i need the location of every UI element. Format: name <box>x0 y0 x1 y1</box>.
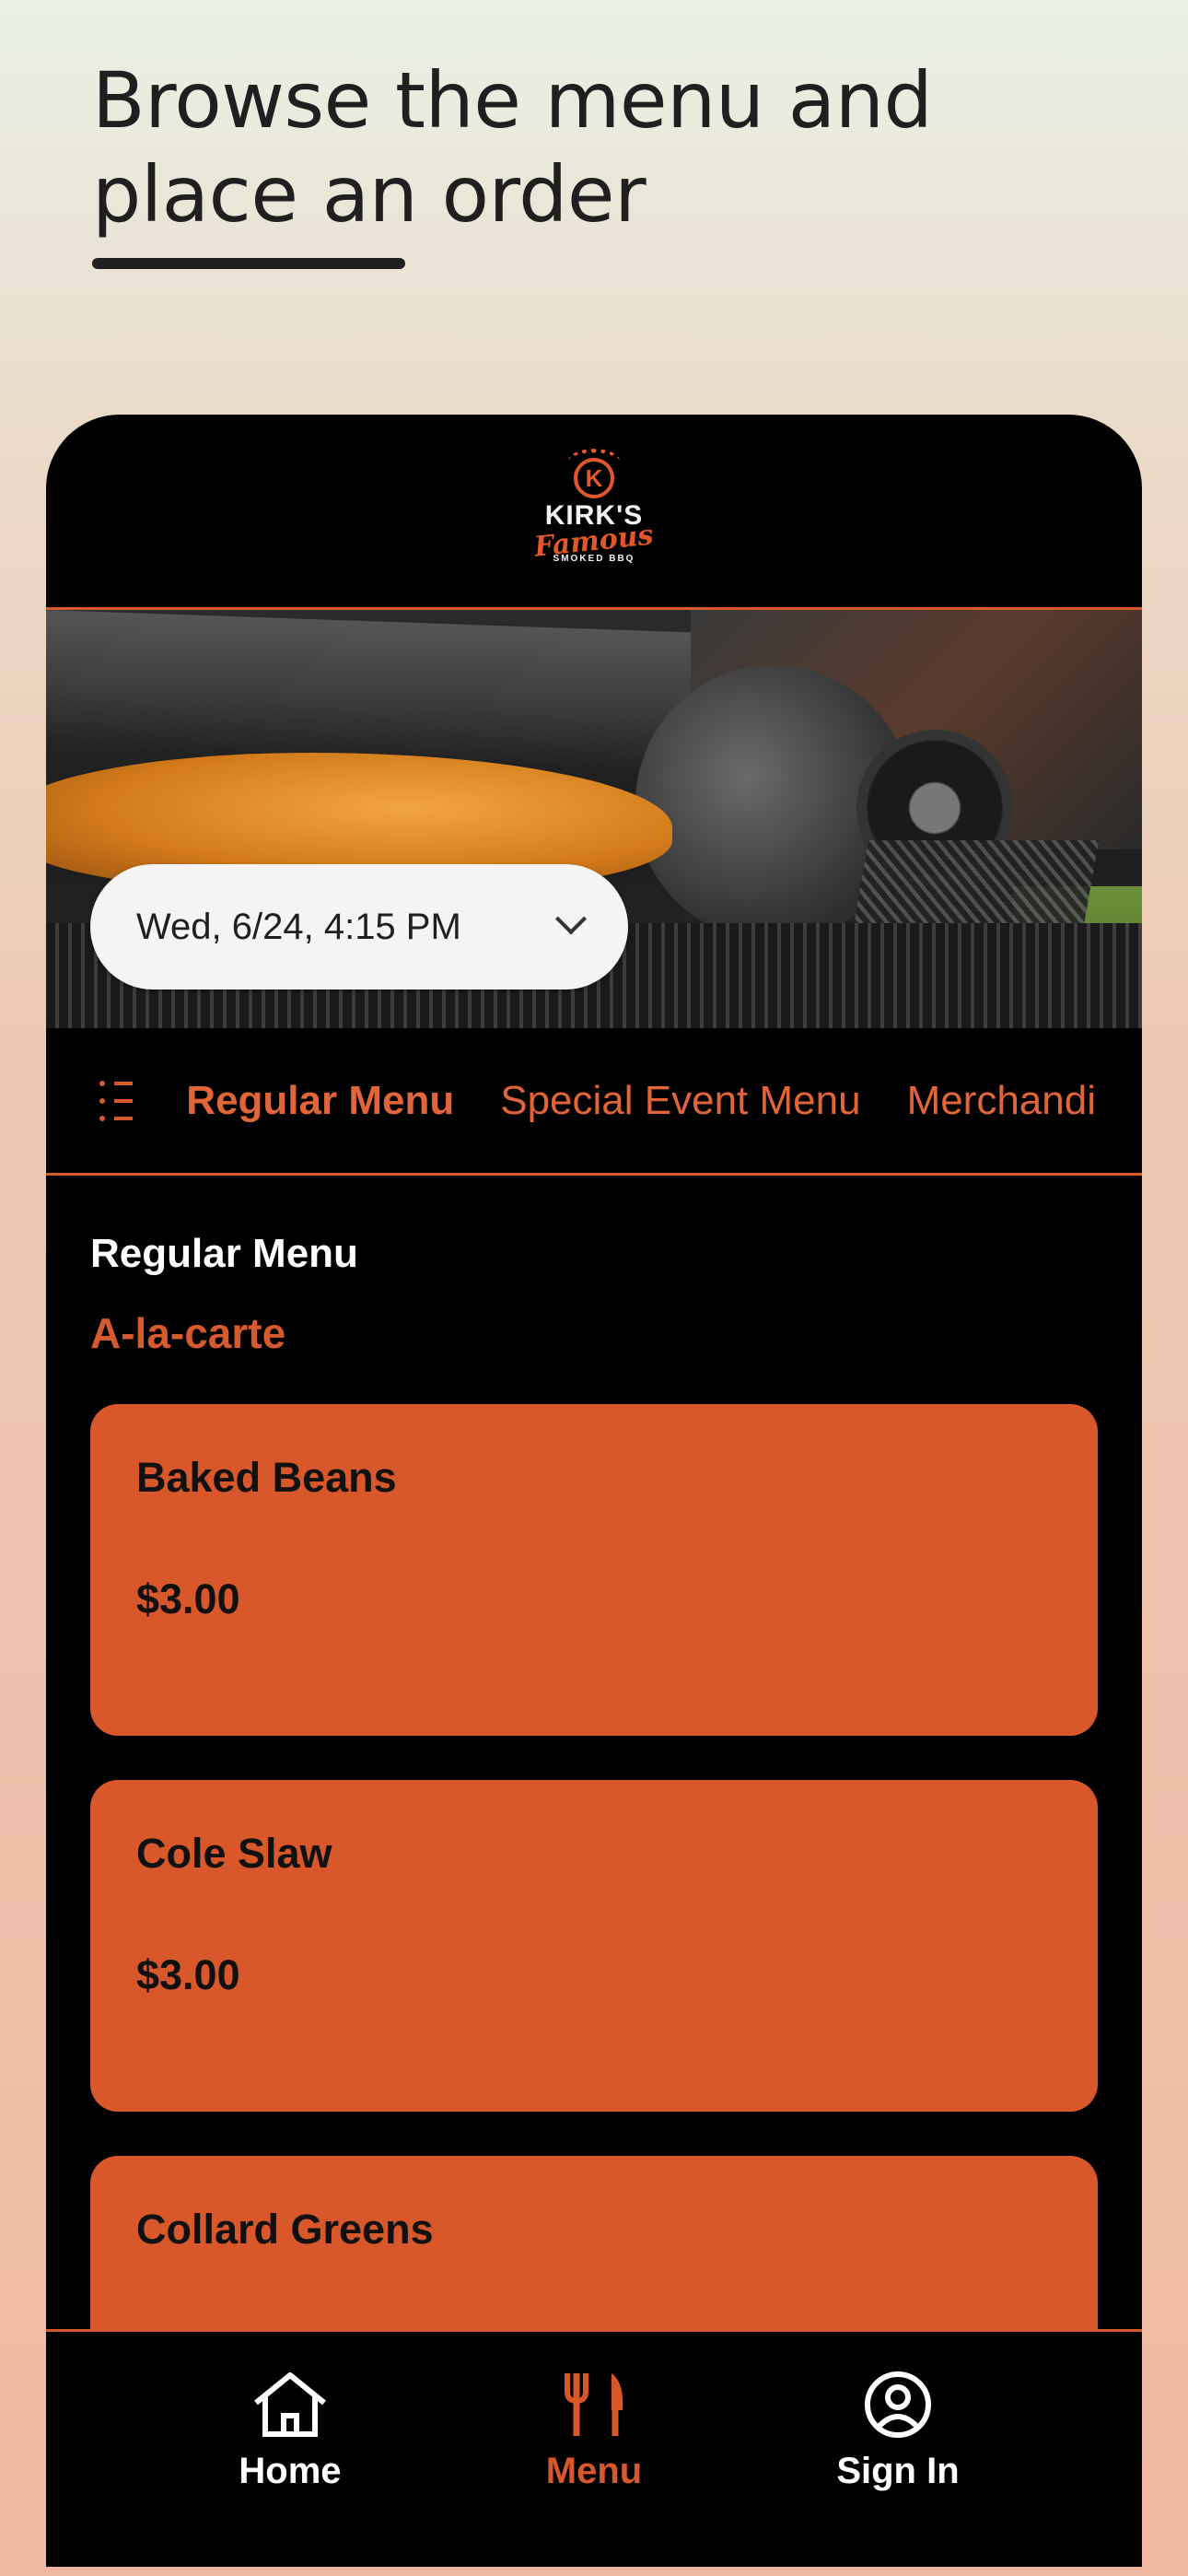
headline-line-2: place an order <box>92 149 646 240</box>
brand-logo[interactable]: K KIRK'S Famous SMOKED BBQ <box>533 449 655 564</box>
menu-item-name: Cole Slaw <box>136 1830 332 1877</box>
nav-sign-in-label: Sign In <box>836 2451 960 2491</box>
hero-grill-lid <box>46 610 746 773</box>
menu-item-card[interactable]: Cole Slaw $3.00 <box>90 1780 1098 2112</box>
fork-knife-icon <box>565 2373 623 2436</box>
logo-mark-icon: K <box>568 449 620 498</box>
nav-home[interactable]: Home <box>175 2370 405 2492</box>
chevron-down-icon <box>555 903 587 935</box>
nav-sign-in[interactable]: Sign In <box>783 2370 1013 2492</box>
menu-item-price: $3.00 <box>136 1575 240 1622</box>
home-icon <box>254 2372 326 2437</box>
menu-item-name: Collard Greens <box>136 2206 434 2253</box>
tab-special-event-menu[interactable]: Special Event Menu <box>500 1078 860 1124</box>
menu-item-name: Baked Beans <box>136 1454 397 1501</box>
menu-tabs: Regular Menu Special Event Menu Merchand… <box>46 1028 1142 1176</box>
order-time-select[interactable]: Wed, 6/24, 4:15 PM <box>90 864 628 989</box>
nav-menu[interactable]: Menu <box>479 2370 709 2492</box>
user-circle-icon <box>865 2371 931 2438</box>
app-frame: K KIRK'S Famous SMOKED BBQ Wed, 6/24, 4:… <box>46 415 1142 2567</box>
category-title: A-la-carte <box>90 1309 286 1357</box>
bottom-nav: Home Menu Sign In <box>46 2329 1142 2567</box>
menu-item-price: $3.00 <box>136 1951 240 1998</box>
nav-home-label: Home <box>239 2451 342 2491</box>
nav-menu-label: Menu <box>545 2451 643 2491</box>
menu-item-card[interactable]: Baked Beans $3.00 <box>90 1404 1098 1736</box>
page-headline: Browse the menu and place an order <box>92 53 933 241</box>
tab-merchandise[interactable]: Merchandi <box>907 1078 1096 1124</box>
logo-bar: K KIRK'S Famous SMOKED BBQ <box>46 415 1142 610</box>
menu-title: Regular Menu <box>90 1231 358 1276</box>
menu-content: Regular Menu A-la-carte Baked Beans $3.0… <box>46 1176 1142 2488</box>
tab-regular-menu[interactable]: Regular Menu <box>186 1078 454 1124</box>
hero-image: Wed, 6/24, 4:15 PM <box>46 610 1142 1028</box>
list-icon[interactable] <box>99 1080 134 1121</box>
headline-line-1: Browse the menu and <box>92 55 933 146</box>
headline-underline <box>92 258 405 269</box>
order-time-value: Wed, 6/24, 4:15 PM <box>136 906 461 947</box>
